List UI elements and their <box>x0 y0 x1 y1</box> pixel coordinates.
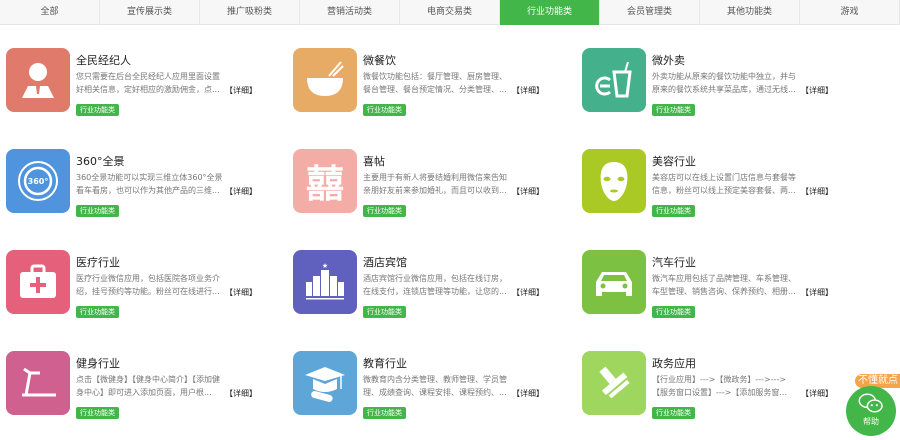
tab-0[interactable]: 全部 <box>0 0 100 25</box>
svg-text:360°: 360° <box>28 177 49 186</box>
app-title[interactable]: 美容行业 <box>652 153 696 169</box>
app-description: 医疗行业微信应用，包括医院各项业务介绍，挂号预约等功能。粉丝可在线进行... <box>76 274 220 296</box>
tab-5[interactable]: 行业功能类 <box>500 0 600 25</box>
app-card[interactable]: ★ 酒店宾馆 酒店宾馆行业微信应用，包括在线订房，在线支付，连锁店管理等功能，让… <box>293 250 573 320</box>
double-happiness-icon[interactable]: 囍 <box>293 149 357 213</box>
app-card[interactable]: 360° 360°全景 360全景功能可以实现三维立体360°全景看车看房，也可… <box>6 149 286 219</box>
svg-text:囍: 囍 <box>306 162 344 203</box>
tab-3[interactable]: 营销活动类 <box>300 0 400 25</box>
tab-1[interactable]: 宣传展示类 <box>100 0 200 25</box>
category-tag: 行业功能类 <box>76 407 119 419</box>
face-mask-icon[interactable] <box>582 149 646 213</box>
hotel-icon[interactable]: ★ <box>293 250 357 314</box>
medical-kit-icon[interactable] <box>6 250 70 314</box>
app-card[interactable]: 美容行业 美容店可以在线上设置门店信息与套餐等信息，粉丝可以线上预定美容套餐、两… <box>582 149 862 219</box>
graduation-cap-icon[interactable] <box>293 351 357 415</box>
category-tag: 行业功能类 <box>76 104 119 116</box>
detail-link[interactable]: 【详细】 <box>512 388 544 399</box>
detail-link[interactable]: 【详细】 <box>225 287 257 298</box>
app-card[interactable]: 医疗行业 医疗行业微信应用，包括医院各项业务介绍，挂号预约等功能。粉丝可在线进行… <box>6 250 286 320</box>
tab-7[interactable]: 其他功能类 <box>700 0 800 25</box>
app-title[interactable]: 政务应用 <box>652 355 696 371</box>
detail-link[interactable]: 【详细】 <box>801 388 833 399</box>
category-tag: 行业功能类 <box>76 306 119 318</box>
app-description: 微汽车应用包括了品牌管理、车系管理、车型管理、销售咨询、保养预约、相册... <box>652 274 796 296</box>
app-card[interactable]: 政务应用 【行业应用】--->【微政务】--->--->【服务窗口设置】--->… <box>582 351 862 421</box>
category-tag: 行业功能类 <box>652 407 695 419</box>
app-description: 美容店可以在线上设置门店信息与套餐等信息，粉丝可以线上预定美容套餐、两... <box>652 173 796 195</box>
detail-link[interactable]: 【详细】 <box>801 287 833 298</box>
app-title[interactable]: 汽车行业 <box>652 254 696 270</box>
takeaway-icon[interactable] <box>582 48 646 112</box>
app-description: 微教育内含分类管理、教师管理、学员管理、成绩查询、课程安排、课程预约、... <box>363 375 507 397</box>
app-card[interactable]: 教育行业 微教育内含分类管理、教师管理、学员管理、成绩查询、课程安排、课程预约、… <box>293 351 573 421</box>
app-title[interactable]: 微餐饮 <box>363 52 396 68</box>
treadmill-icon[interactable] <box>6 351 70 415</box>
app-card[interactable]: 汽车行业 微汽车应用包括了品牌管理、车系管理、车型管理、销售咨询、保养预约、相册… <box>582 250 862 320</box>
app-title[interactable]: 健身行业 <box>76 355 120 371</box>
category-tag: 行业功能类 <box>652 306 695 318</box>
detail-link[interactable]: 【详细】 <box>225 388 257 399</box>
app-title[interactable]: 360°全景 <box>76 153 125 169</box>
detail-link[interactable]: 【详细】 <box>801 85 833 96</box>
app-description: 点击【微健身】【健身中心简介】【添加健身中心】即可进入添加页面，用户根... <box>76 375 220 397</box>
detail-link[interactable]: 【详细】 <box>225 85 257 96</box>
app-title[interactable]: 医疗行业 <box>76 254 120 270</box>
svg-text:★: ★ <box>322 262 328 270</box>
tab-8[interactable]: 游戏 <box>800 0 900 25</box>
wechat-icon <box>858 393 883 413</box>
help-label: 帮助 <box>863 417 879 426</box>
app-card[interactable]: 囍 喜帖 主要用于有新人将要结婚利用微信来告知亲朋好友前来参加婚礼，而且可以收到… <box>293 149 573 219</box>
help-button[interactable]: 帮助 <box>846 386 896 436</box>
app-description: 主要用于有新人将要结婚利用微信来告知亲朋好友前来参加婚礼，而且可以收到... <box>363 173 507 195</box>
category-tag: 行业功能类 <box>363 407 406 419</box>
app-card[interactable]: 健身行业 点击【微健身】【健身中心简介】【添加健身中心】即可进入添加页面，用户根… <box>6 351 286 421</box>
app-description: 微餐饮功能包括：餐厅管理、厨房管理、餐台管理、餐台预定情况、分类管理、... <box>363 72 507 94</box>
detail-link[interactable]: 【详细】 <box>512 85 544 96</box>
app-title[interactable]: 喜帖 <box>363 153 385 169</box>
app-title[interactable]: 酒店宾馆 <box>363 254 407 270</box>
car-icon[interactable] <box>582 250 646 314</box>
tab-6[interactable]: 会员管理类 <box>600 0 700 25</box>
broker-icon[interactable] <box>6 48 70 112</box>
app-description: 【行业应用】--->【微政务】--->--->【服务窗口设置】--->【添加服务… <box>652 375 787 397</box>
app-card[interactable]: 全民经纪人 您只需要在后台全民经纪人应用里面设置好相关信息，定好相应的激励佣金，… <box>6 48 286 118</box>
app-title[interactable]: 教育行业 <box>363 355 407 371</box>
category-tag: 行业功能类 <box>363 306 406 318</box>
app-description: 360全景功能可以实现三维立体360°全景看车看房，也可以作为其他产品的三维..… <box>76 173 223 195</box>
detail-link[interactable]: 【详细】 <box>225 186 257 197</box>
category-tag: 行业功能类 <box>76 205 119 217</box>
tab-2[interactable]: 推广吸粉类 <box>200 0 300 25</box>
detail-link[interactable]: 【详细】 <box>512 186 544 197</box>
category-tag: 行业功能类 <box>363 205 406 217</box>
app-card[interactable]: 微餐饮 微餐饮功能包括：餐厅管理、厨房管理、餐台管理、餐台预定情况、分类管理、.… <box>293 48 573 118</box>
tab-4[interactable]: 电商交易类 <box>400 0 500 25</box>
app-description: 外卖功能从原来的餐饮功能中独立，并与原来的餐饮系统共享菜品库，通过无线... <box>652 72 796 94</box>
app-description: 酒店宾馆行业微信应用，包括在线订房，在线支付，连锁店管理等功能，让您的... <box>363 274 507 296</box>
detail-link[interactable]: 【详细】 <box>801 186 833 197</box>
app-description: 您只需要在后台全民经纪人应用里面设置好相关信息，定好相应的激励佣金，点... <box>76 72 220 94</box>
category-tag: 行业功能类 <box>363 104 406 116</box>
category-tabs: 全部 宣传展示类 推广吸粉类 营销活动类 电商交易类 行业功能类 会员管理类 其他功能类 游戏 <box>0 0 900 25</box>
panorama-360-icon[interactable]: 360° <box>6 149 70 213</box>
app-card[interactable]: 微外卖 外卖功能从原来的餐饮功能中独立，并与原来的餐饮系统共享菜品库，通过无线.… <box>582 48 862 118</box>
bowl-icon[interactable] <box>293 48 357 112</box>
app-title[interactable]: 全民经纪人 <box>76 52 131 68</box>
app-title[interactable]: 微外卖 <box>652 52 685 68</box>
stamp-icon[interactable] <box>582 351 646 415</box>
category-tag: 行业功能类 <box>652 104 695 116</box>
category-tag: 行业功能类 <box>652 205 695 217</box>
detail-link[interactable]: 【详细】 <box>512 287 544 298</box>
